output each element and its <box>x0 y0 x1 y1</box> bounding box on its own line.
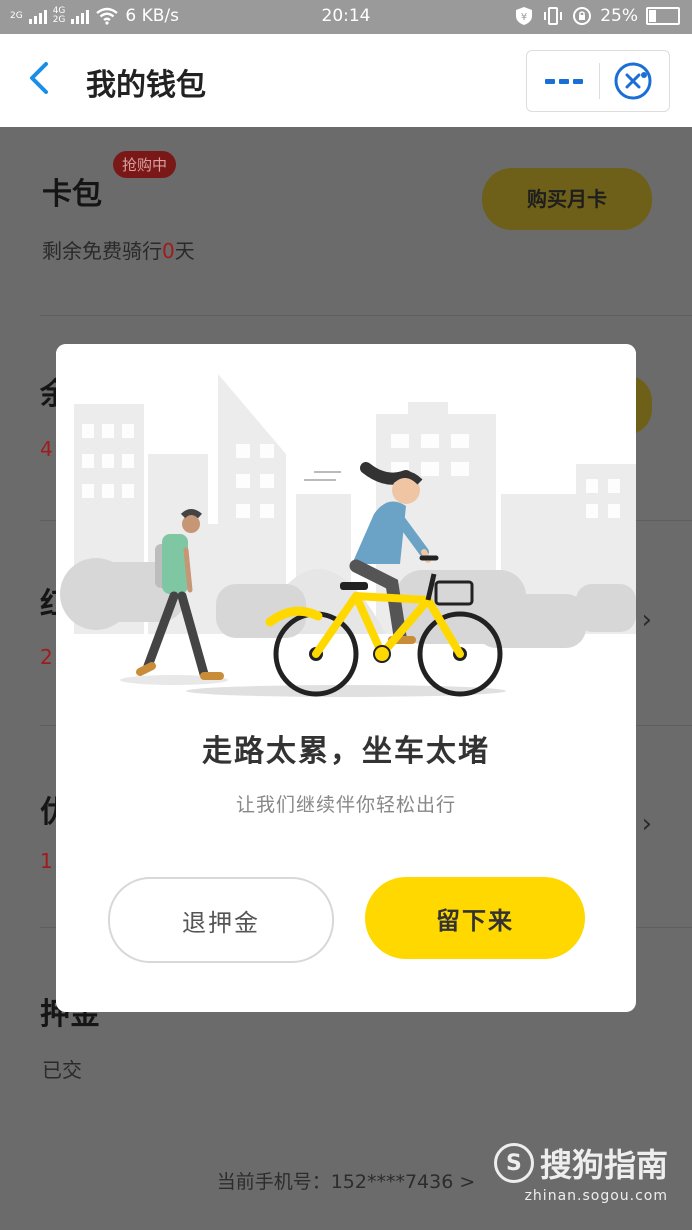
cycling-illustration <box>56 344 636 714</box>
stay-button[interactable]: 留下来 <box>365 877 585 959</box>
chevron-right-icon[interactable]: › <box>642 605 652 635</box>
svg-text:¥: ¥ <box>521 12 527 23</box>
buy-monthly-card-button[interactable]: 购买月卡 <box>482 168 652 230</box>
watermark-brand: 搜狗指南 <box>539 1146 668 1184</box>
mini-program-capsule <box>526 50 670 112</box>
status-bar: 2G 4G 2G 6 KB/s 20:14 ¥ 25% <box>0 0 692 34</box>
close-circle-icon <box>614 62 652 100</box>
free-ride-suffix: 天 <box>174 239 195 263</box>
free-ride-prefix: 剩余免费骑行 <box>42 239 162 263</box>
more-dot <box>559 78 569 84</box>
battery-percent: 25% <box>600 6 638 26</box>
balance-value-partial: 4 <box>40 437 53 461</box>
retention-dialog: 走路太累，坐车太堵 让我们继续伴你轻松出行 退押金 留下来 <box>56 344 636 1012</box>
coupon-value-partial: 1 <box>40 849 53 873</box>
watermark-logo: S 搜狗指南 <box>493 1140 668 1186</box>
sogou-logo-icon: S <box>493 1143 534 1183</box>
divider <box>40 315 692 316</box>
card-pack-title: 卡包 <box>42 177 102 212</box>
free-days-count: 0 <box>162 239 175 263</box>
more-dots-icon <box>545 78 555 84</box>
more-button[interactable] <box>539 61 589 101</box>
nav-header: 我的钱包 <box>0 34 692 127</box>
card-pack-subtitle: 剩余免费骑行0天 <box>42 235 195 264</box>
watermark: S 搜狗指南 zhinan.sogou.com <box>493 1140 668 1204</box>
vibrate-icon <box>544 7 563 25</box>
deposit-status: 已交 <box>42 1058 82 1082</box>
redpacket-value-partial: 2 <box>40 645 53 669</box>
status-badge: 抢购中 <box>113 151 177 178</box>
close-miniprogram-button[interactable] <box>613 61 653 101</box>
page-title: 我的钱包 <box>86 68 206 103</box>
more-dot <box>573 78 583 84</box>
watermark-url: zhinan.sogou.com <box>524 1188 668 1204</box>
chevron-left-icon <box>30 62 48 94</box>
capsule-divider <box>599 63 600 99</box>
refund-deposit-button[interactable]: 退押金 <box>108 877 334 963</box>
battery-icon <box>646 7 680 25</box>
rotation-lock-icon <box>573 7 592 25</box>
back-button[interactable] <box>24 58 64 102</box>
status-right: ¥ 25% <box>514 6 680 26</box>
dialog-title: 走路太累，坐车太堵 <box>202 734 490 769</box>
dialog-subtitle: 让我们继续伴你轻松出行 <box>235 794 456 816</box>
shield-yen-icon: ¥ <box>516 7 533 25</box>
chevron-right-icon[interactable]: › <box>642 809 652 839</box>
